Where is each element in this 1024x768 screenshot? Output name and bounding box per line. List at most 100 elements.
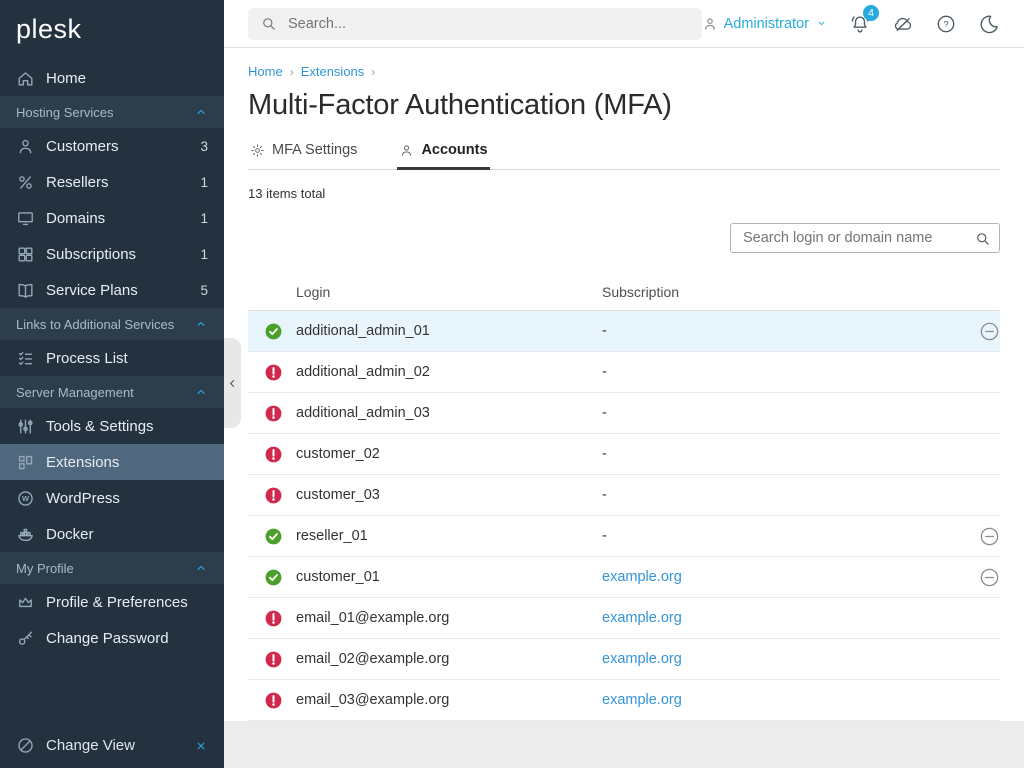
extensions-icon bbox=[16, 453, 35, 472]
alert-circle-icon bbox=[264, 404, 283, 423]
subscription-column-header: Subscription bbox=[602, 284, 944, 300]
sidebar-item-domains[interactable]: Domains1 bbox=[0, 200, 224, 236]
chevron-up-icon bbox=[194, 105, 208, 119]
sidebar-item-profile-preferences[interactable]: Profile & Preferences bbox=[0, 584, 224, 620]
sidebar-section-label: Hosting Services bbox=[16, 105, 114, 120]
sidebar-item-process-list[interactable]: Process List bbox=[0, 340, 224, 376]
person-icon bbox=[702, 16, 718, 32]
change-view-button[interactable]: Change View bbox=[0, 723, 224, 768]
login-cell: customer_01 bbox=[296, 569, 602, 585]
sidebar-item-customers[interactable]: Customers3 bbox=[0, 128, 224, 164]
moon-button[interactable] bbox=[978, 13, 1000, 35]
subscription-link[interactable]: example.org bbox=[602, 569, 682, 585]
chevron-left-icon bbox=[227, 378, 238, 389]
disable-mfa-button[interactable] bbox=[979, 567, 1000, 588]
breadcrumb-link-home[interactable]: Home bbox=[248, 64, 283, 79]
sidebar-item-label: Docker bbox=[46, 526, 94, 543]
login-cell: additional_admin_02 bbox=[296, 364, 602, 380]
breadcrumb: Home › Extensions › bbox=[248, 48, 1000, 79]
plesk-logo[interactable]: plesk bbox=[0, 0, 224, 54]
tab-label: MFA Settings bbox=[272, 142, 357, 158]
global-search-input[interactable] bbox=[286, 15, 690, 33]
table-toolbar bbox=[248, 223, 1000, 253]
sidebar-item-count: 1 bbox=[200, 175, 208, 190]
table-search[interactable] bbox=[730, 223, 1000, 253]
sidebar-item-tools-settings[interactable]: Tools & Settings bbox=[0, 408, 224, 444]
help-button[interactable]: ? bbox=[935, 13, 957, 35]
main-area: Administrator 4? Home › Extensions › Multi-… bbox=[224, 0, 1024, 768]
sidebar-item-service-plans[interactable]: Service Plans5 bbox=[0, 272, 224, 308]
sidebar-item-count: 1 bbox=[200, 211, 208, 226]
page-title: Multi-Factor Authentication (MFA) bbox=[248, 89, 1000, 122]
login-cell: email_01@example.org bbox=[296, 610, 602, 626]
plesk-logo-text: plesk bbox=[16, 13, 82, 45]
moon-icon bbox=[978, 13, 1000, 35]
subscription-link[interactable]: example.org bbox=[602, 651, 682, 667]
subscription-link[interactable]: example.org bbox=[602, 692, 682, 708]
change-view-label: Change View bbox=[46, 737, 135, 754]
table-row[interactable]: reseller_01 - bbox=[248, 516, 1000, 557]
sidebar-item-label: Subscriptions bbox=[46, 246, 136, 263]
sidebar-item-resellers[interactable]: Resellers1 bbox=[0, 164, 224, 200]
chevron-up-icon bbox=[194, 385, 208, 399]
breadcrumb-separator: › bbox=[290, 65, 294, 79]
cloud-button[interactable] bbox=[892, 13, 914, 35]
subscription-link[interactable]: example.org bbox=[602, 610, 682, 626]
sidebar-item-subscriptions[interactable]: Subscriptions1 bbox=[0, 236, 224, 272]
sidebar-item-home[interactable]: Home bbox=[0, 60, 224, 96]
chevron-up-icon bbox=[194, 561, 208, 575]
tab-label: Accounts bbox=[421, 142, 487, 158]
disable-mfa-button[interactable] bbox=[979, 526, 1000, 547]
resellers-icon bbox=[16, 173, 35, 192]
bell-button[interactable]: 4 bbox=[849, 13, 871, 35]
notification-badge: 4 bbox=[863, 5, 879, 21]
tab-mfa-settings[interactable]: MFA Settings bbox=[248, 142, 359, 170]
global-search[interactable] bbox=[248, 8, 702, 40]
user-menu[interactable]: Administrator bbox=[702, 16, 828, 32]
svg-text:W: W bbox=[22, 494, 30, 503]
sidebar-section-label: Links to Additional Services bbox=[16, 317, 174, 332]
person-icon bbox=[399, 143, 414, 158]
table-row[interactable]: customer_03 - bbox=[248, 475, 1000, 516]
sidebar-item-wordpress[interactable]: WWordPress bbox=[0, 480, 224, 516]
sidebar-item-label: Process List bbox=[46, 350, 128, 367]
tab-accounts[interactable]: Accounts bbox=[397, 142, 489, 170]
sidebar-item-label: Change Password bbox=[46, 630, 169, 647]
table-row[interactable]: email_01@example.org example.org bbox=[248, 598, 1000, 639]
sidebar-section-links-to-additional-services[interactable]: Links to Additional Services bbox=[0, 308, 224, 340]
sidebar-item-label: Profile & Preferences bbox=[46, 594, 188, 611]
search-icon[interactable] bbox=[974, 230, 991, 247]
sidebar-item-change-password[interactable]: Change Password bbox=[0, 620, 224, 656]
sidebar-item-extensions[interactable]: Extensions bbox=[0, 444, 224, 480]
table-row[interactable]: additional_admin_02 - bbox=[248, 352, 1000, 393]
close-icon[interactable] bbox=[194, 739, 208, 753]
sidebar-item-docker[interactable]: Docker bbox=[0, 516, 224, 552]
user-label: Administrator bbox=[724, 16, 809, 32]
topbar-icon-buttons: 4? bbox=[849, 13, 1000, 35]
table-row[interactable]: additional_admin_01 - bbox=[248, 311, 1000, 352]
table-row[interactable]: additional_admin_03 - bbox=[248, 393, 1000, 434]
sidebar-section-my-profile[interactable]: My Profile bbox=[0, 552, 224, 584]
tabs: MFA Settings Accounts bbox=[248, 142, 1000, 170]
sidebar-section-server-management[interactable]: Server Management bbox=[0, 376, 224, 408]
subscription-value: - bbox=[602, 528, 607, 544]
subscription-value: - bbox=[602, 323, 607, 339]
table-row[interactable]: customer_02 - bbox=[248, 434, 1000, 475]
table-row[interactable]: email_02@example.org example.org bbox=[248, 639, 1000, 680]
search-icon bbox=[260, 15, 277, 32]
breadcrumb-link-extensions[interactable]: Extensions bbox=[301, 64, 365, 79]
sidebar-section-hosting-services[interactable]: Hosting Services bbox=[0, 96, 224, 128]
table-search-input[interactable] bbox=[741, 229, 974, 247]
breadcrumb-separator: › bbox=[371, 65, 375, 79]
disable-mfa-button[interactable] bbox=[979, 321, 1000, 342]
help-icon: ? bbox=[935, 13, 957, 35]
wordpress-icon: W bbox=[16, 489, 35, 508]
sidebar-item-label: Home bbox=[46, 70, 86, 87]
table-row[interactable]: email_03@example.org example.org bbox=[248, 680, 1000, 721]
sidebar-collapse-handle[interactable] bbox=[224, 338, 241, 428]
check-circle-icon bbox=[264, 527, 283, 546]
alert-circle-icon bbox=[264, 445, 283, 464]
table-row[interactable]: customer_01 example.org bbox=[248, 557, 1000, 598]
sidebar: plesk Home Hosting Services Customers3Rese… bbox=[0, 0, 224, 768]
sidebar-item-label: Service Plans bbox=[46, 282, 138, 299]
